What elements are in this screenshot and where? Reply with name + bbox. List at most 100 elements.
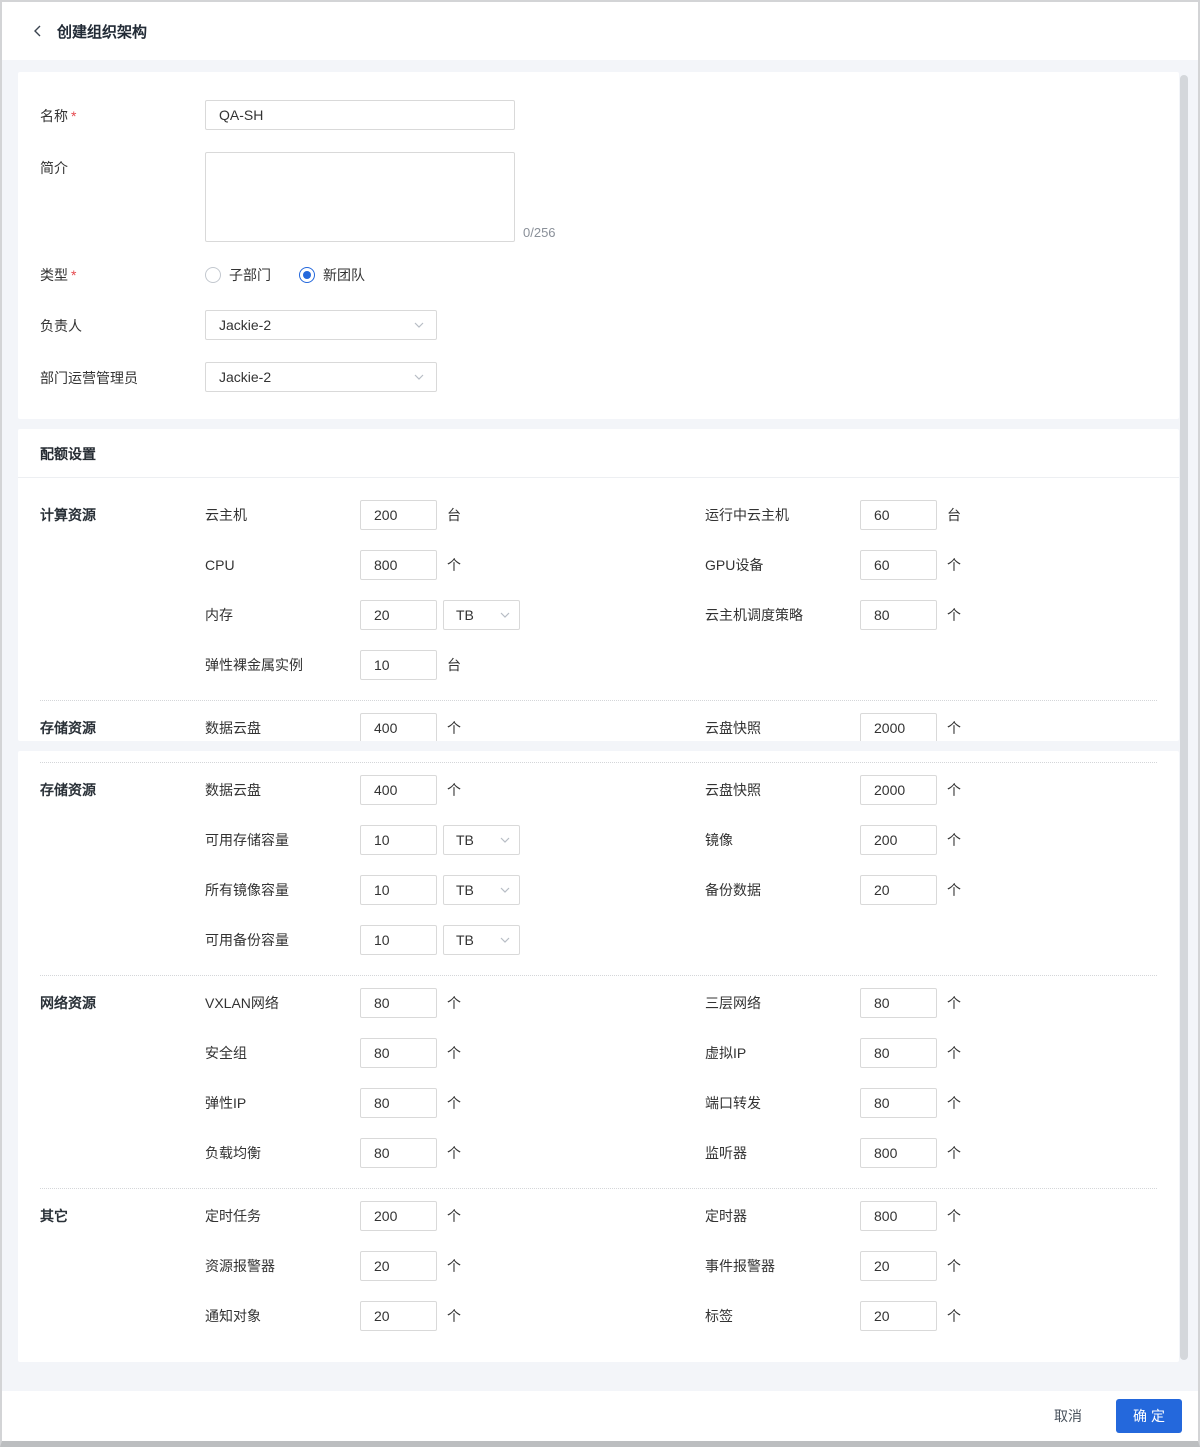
quota-value-input[interactable]: 400 <box>360 713 437 741</box>
unit-label: 个 <box>947 782 961 798</box>
chevron-down-icon <box>500 887 510 893</box>
quota-value-input[interactable]: 800 <box>360 550 437 580</box>
back-button[interactable] <box>30 21 45 41</box>
unit-label: 个 <box>447 1208 461 1224</box>
quota-value-input[interactable]: 10 <box>360 825 437 855</box>
quota-value-input[interactable]: 20 <box>860 1251 937 1281</box>
owner-field-row: 负责人 Jackie-2 <box>40 310 1157 340</box>
quota-value-input[interactable]: 20 <box>360 1301 437 1331</box>
quota-value-input[interactable]: 80 <box>360 988 437 1018</box>
quota-category-label: 存储资源 <box>40 720 96 736</box>
unit-select[interactable]: TB <box>443 825 520 855</box>
unit-label: 个 <box>447 1095 461 1111</box>
quota-value-input[interactable]: 60 <box>860 500 937 530</box>
unit-label: 个 <box>947 1308 961 1324</box>
unit-select[interactable]: TB <box>443 600 520 630</box>
quota-value-input[interactable]: 10 <box>360 925 437 955</box>
quota-field: 三层网络 80 个 <box>705 988 1157 1018</box>
intro-label: 简介 <box>40 160 68 176</box>
quota-field-label: GPU设备 <box>705 557 764 573</box>
quota-field-label: 云盘快照 <box>705 782 761 798</box>
unit-label: 个 <box>947 1208 961 1224</box>
unit-label: 台 <box>447 657 461 673</box>
radio-sub-department[interactable]: 子部门 <box>205 265 271 285</box>
unit-label: 个 <box>447 782 461 798</box>
footer-bar: 取消 确定 <box>2 1391 1198 1441</box>
chevron-left-icon <box>32 25 43 37</box>
quota-value-input[interactable]: 20 <box>860 875 937 905</box>
quota-value-input[interactable]: 200 <box>360 500 437 530</box>
cancel-button[interactable]: 取消 <box>1044 1400 1092 1432</box>
quota-field-label: 安全组 <box>205 1045 247 1061</box>
quota-field-label: 虚拟IP <box>705 1045 747 1061</box>
quota-value-input[interactable]: 10 <box>360 650 437 680</box>
quota-value-input[interactable]: 800 <box>860 1201 937 1231</box>
unit-label: 台 <box>447 507 461 523</box>
quota-value-input[interactable]: 2000 <box>860 713 937 741</box>
quota-value-input[interactable]: 2000 <box>860 775 937 805</box>
quota-row: 可用备份容量 10 TB <box>205 925 1157 955</box>
owner-select[interactable]: Jackie-2 <box>205 310 437 340</box>
quota-group: 网络资源 VXLAN网络 80 个三层网络 80 个安全组 80 个虚拟IP 80 个弹性IP 80… <box>40 975 1157 1188</box>
quota-value-input[interactable]: 80 <box>360 1038 437 1068</box>
quota-field-label: 资源报警器 <box>205 1258 275 1274</box>
quota-field-label: 事件报警器 <box>705 1258 775 1274</box>
quota-value-input[interactable]: 20 <box>860 1301 937 1331</box>
admin-label: 部门运营管理员 <box>40 370 138 386</box>
quota-value-input[interactable]: 200 <box>360 1201 437 1231</box>
quota-value-input[interactable]: 400 <box>360 775 437 805</box>
admin-select[interactable]: Jackie-2 <box>205 362 437 392</box>
unit-label: 个 <box>947 995 961 1011</box>
unit-label: 个 <box>447 995 461 1011</box>
quota-field-label: 可用备份容量 <box>205 932 289 948</box>
quota-value-input[interactable]: 80 <box>860 1088 937 1118</box>
quota-field-label: 内存 <box>205 607 233 623</box>
intro-textarea[interactable] <box>205 152 515 242</box>
scrollbar-thumb[interactable] <box>1180 75 1188 1360</box>
quota-value-input[interactable]: 80 <box>360 1138 437 1168</box>
admin-field-row: 部门运营管理员 Jackie-2 <box>40 362 1157 392</box>
quota-field-label: 负载均衡 <box>205 1145 261 1161</box>
quota-field: 内存 20 TB <box>205 600 705 630</box>
unit-label: 个 <box>947 882 961 898</box>
quota-field-label: 标签 <box>705 1308 733 1324</box>
confirm-button[interactable]: 确定 <box>1116 1399 1182 1433</box>
chevron-down-icon <box>414 322 424 328</box>
quota-field: 运行中云主机 60 台 <box>705 500 1157 530</box>
char-counter: 0/256 <box>523 225 556 240</box>
quota-value-input[interactable]: 10 <box>360 875 437 905</box>
quota-row: 可用存储容量 10 TB 镜像 200 个 <box>205 825 1157 855</box>
quota-field-label: VXLAN网络 <box>205 995 279 1011</box>
required-asterisk: * <box>71 267 77 283</box>
intro-field-row: 简介 0/256 <box>40 152 1157 242</box>
quota-row: 弹性裸金属实例 10 台 <box>205 650 1157 680</box>
owner-select-value: Jackie-2 <box>219 317 272 333</box>
quota-value-input[interactable]: 80 <box>360 1088 437 1118</box>
unit-label: 个 <box>947 720 961 736</box>
quota-value-input[interactable]: 80 <box>860 1038 937 1068</box>
quota-field-label: CPU <box>205 557 235 573</box>
quota-value-input[interactable]: 20 <box>360 1251 437 1281</box>
quota-groups-bottom: 存储资源 数据云盘 400 个云盘快照 2000 个可用存储容量 10 TB 镜像 200 个所有镜… <box>18 751 1179 1362</box>
quota-group: 存储资源 数据云盘 400 个 云盘快照 2000 个 <box>40 700 1157 741</box>
quota-field-label: 监听器 <box>705 1145 747 1161</box>
quota-value-input[interactable]: 200 <box>860 825 937 855</box>
unit-label: 个 <box>447 1045 461 1061</box>
quota-field-label: 云主机调度策略 <box>705 607 803 623</box>
unit-label: 个 <box>947 1045 961 1061</box>
radio-label: 新团队 <box>323 266 365 283</box>
quota-value-input[interactable]: 80 <box>860 600 937 630</box>
unit-select[interactable]: TB <box>443 875 520 905</box>
quota-field: 云主机调度策略 80 个 <box>705 600 1157 630</box>
basic-info-panel: 名称* 简介 0/256 类型* 子部门 <box>18 72 1179 419</box>
chevron-down-icon <box>500 612 510 618</box>
quota-field: GPU设备 60 个 <box>705 550 1157 580</box>
radio-new-team[interactable]: 新团队 <box>299 265 365 285</box>
quota-value-input[interactable]: 80 <box>860 988 937 1018</box>
quota-field: 资源报警器 20 个 <box>205 1251 705 1281</box>
name-input[interactable] <box>205 100 515 130</box>
quota-value-input[interactable]: 60 <box>860 550 937 580</box>
quota-value-input[interactable]: 20 <box>360 600 437 630</box>
unit-select[interactable]: TB <box>443 925 520 955</box>
quota-value-input[interactable]: 800 <box>860 1138 937 1168</box>
